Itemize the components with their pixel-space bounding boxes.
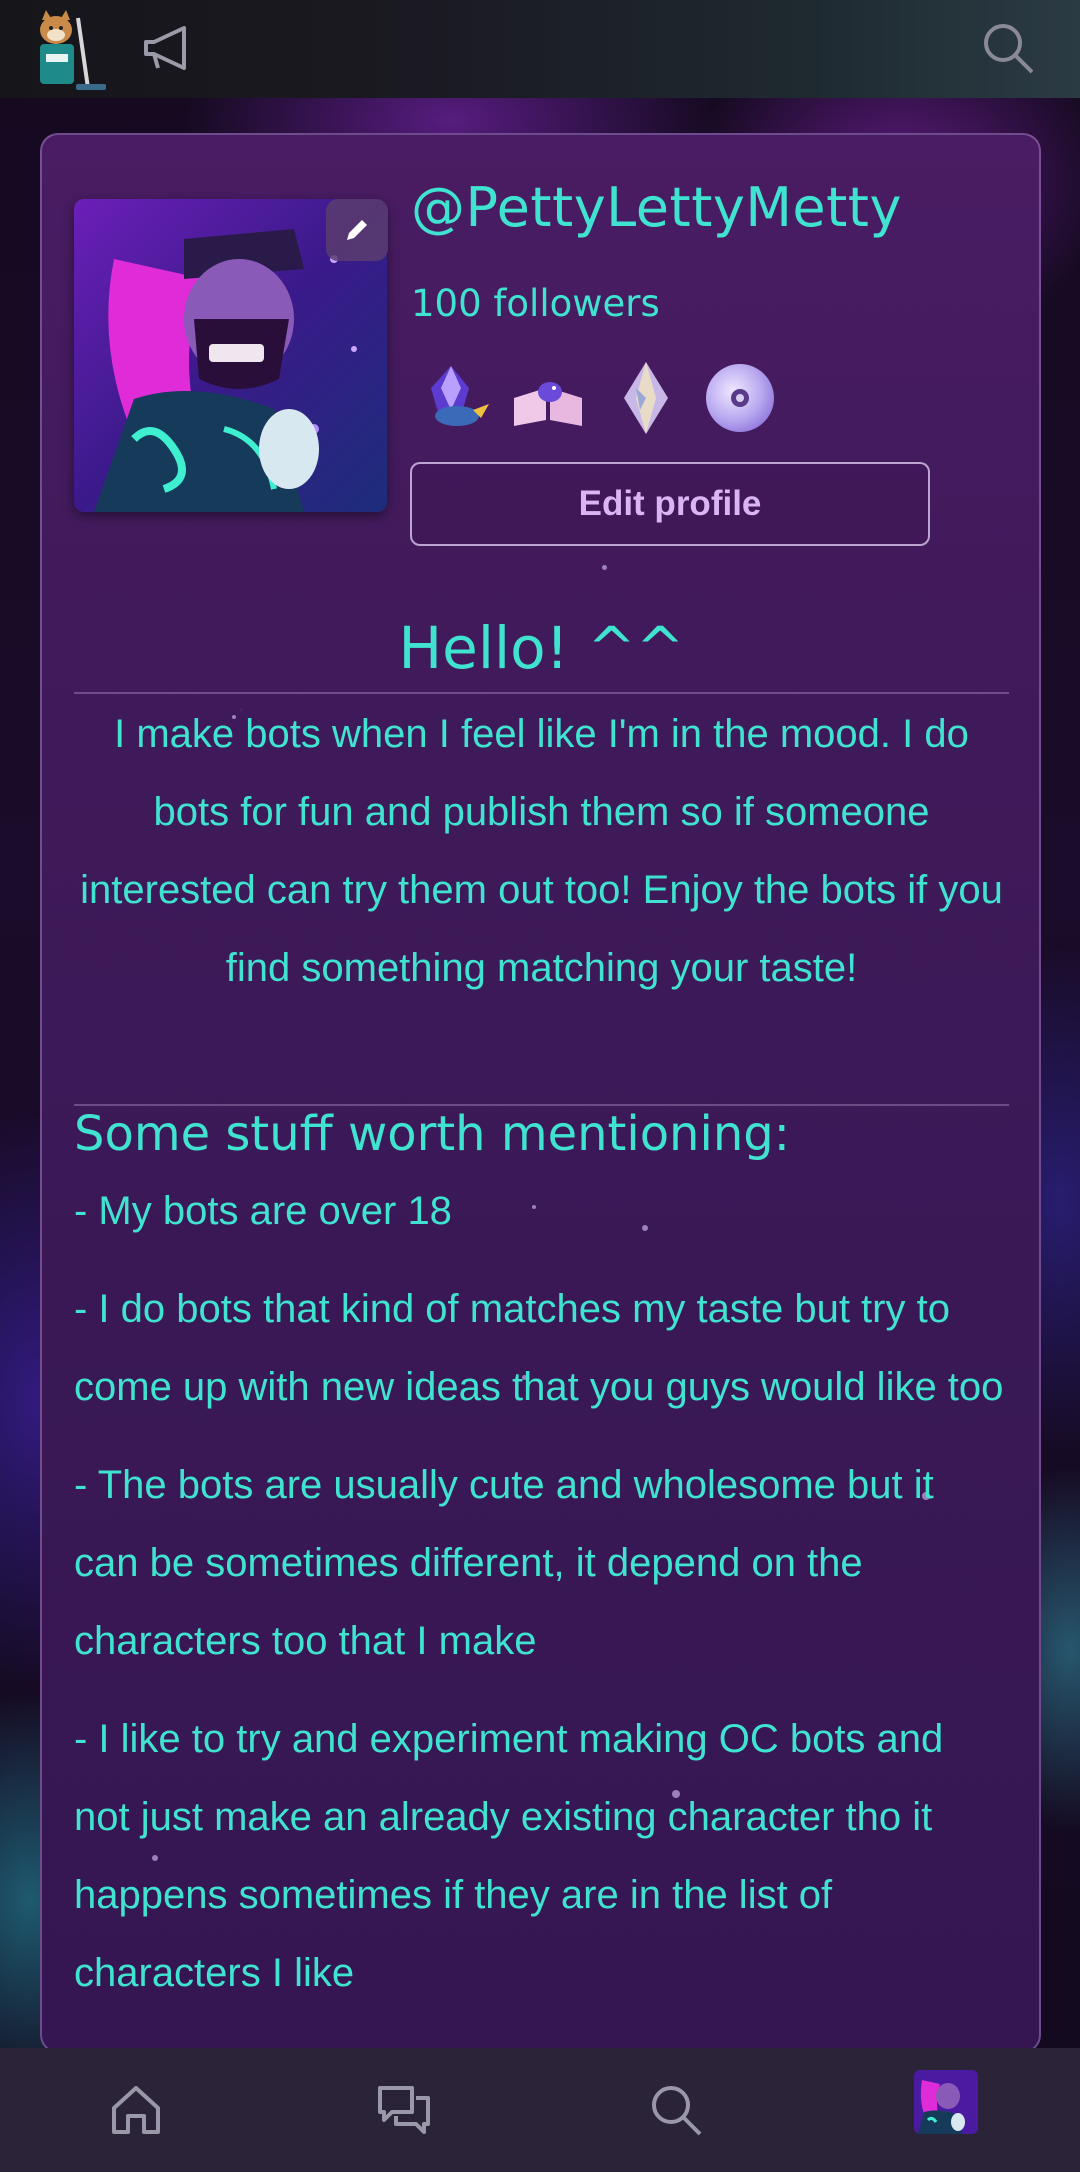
sparkle: [602, 565, 607, 570]
edit-avatar-button[interactable]: [326, 199, 388, 261]
bio-section-heading: Some stuff worth mentioning:: [74, 1106, 790, 1162]
edit-profile-button[interactable]: Edit profile: [410, 462, 930, 546]
home-icon[interactable]: [108, 2082, 164, 2138]
list-item: - I like to try and experiment making OC…: [74, 1717, 944, 1995]
followers-count[interactable]: 100 followers: [411, 282, 660, 325]
divider: [74, 692, 1009, 694]
crystal-bird-icon[interactable]: [411, 358, 491, 438]
gem-icon[interactable]: [606, 358, 686, 438]
bio-intro: I make bots when I feel like I'm in the …: [80, 712, 1003, 990]
bio-bullet-list: - My bots are over 18 - I do bots that k…: [74, 1172, 1009, 2032]
app-logo[interactable]: [28, 8, 112, 92]
top-bar: [0, 0, 1080, 98]
list-item: - I do bots that kind of matches my tast…: [74, 1287, 1004, 1409]
list-item: - The bots are usually cute and wholesom…: [74, 1463, 934, 1663]
book-bird-icon[interactable]: [508, 358, 588, 438]
pencil-icon: [347, 220, 367, 240]
username: @PettyLettyMetty: [411, 176, 902, 239]
search-icon[interactable]: [648, 2082, 704, 2138]
disc-icon[interactable]: [700, 358, 780, 438]
list-item: - My bots are over 18: [74, 1189, 452, 1233]
bio-greeting: Hello! ^^: [398, 614, 685, 682]
megaphone-icon[interactable]: [140, 22, 194, 76]
profile-avatar[interactable]: [914, 2070, 978, 2134]
chat-icon[interactable]: [376, 2082, 432, 2138]
search-icon[interactable]: [980, 20, 1036, 76]
